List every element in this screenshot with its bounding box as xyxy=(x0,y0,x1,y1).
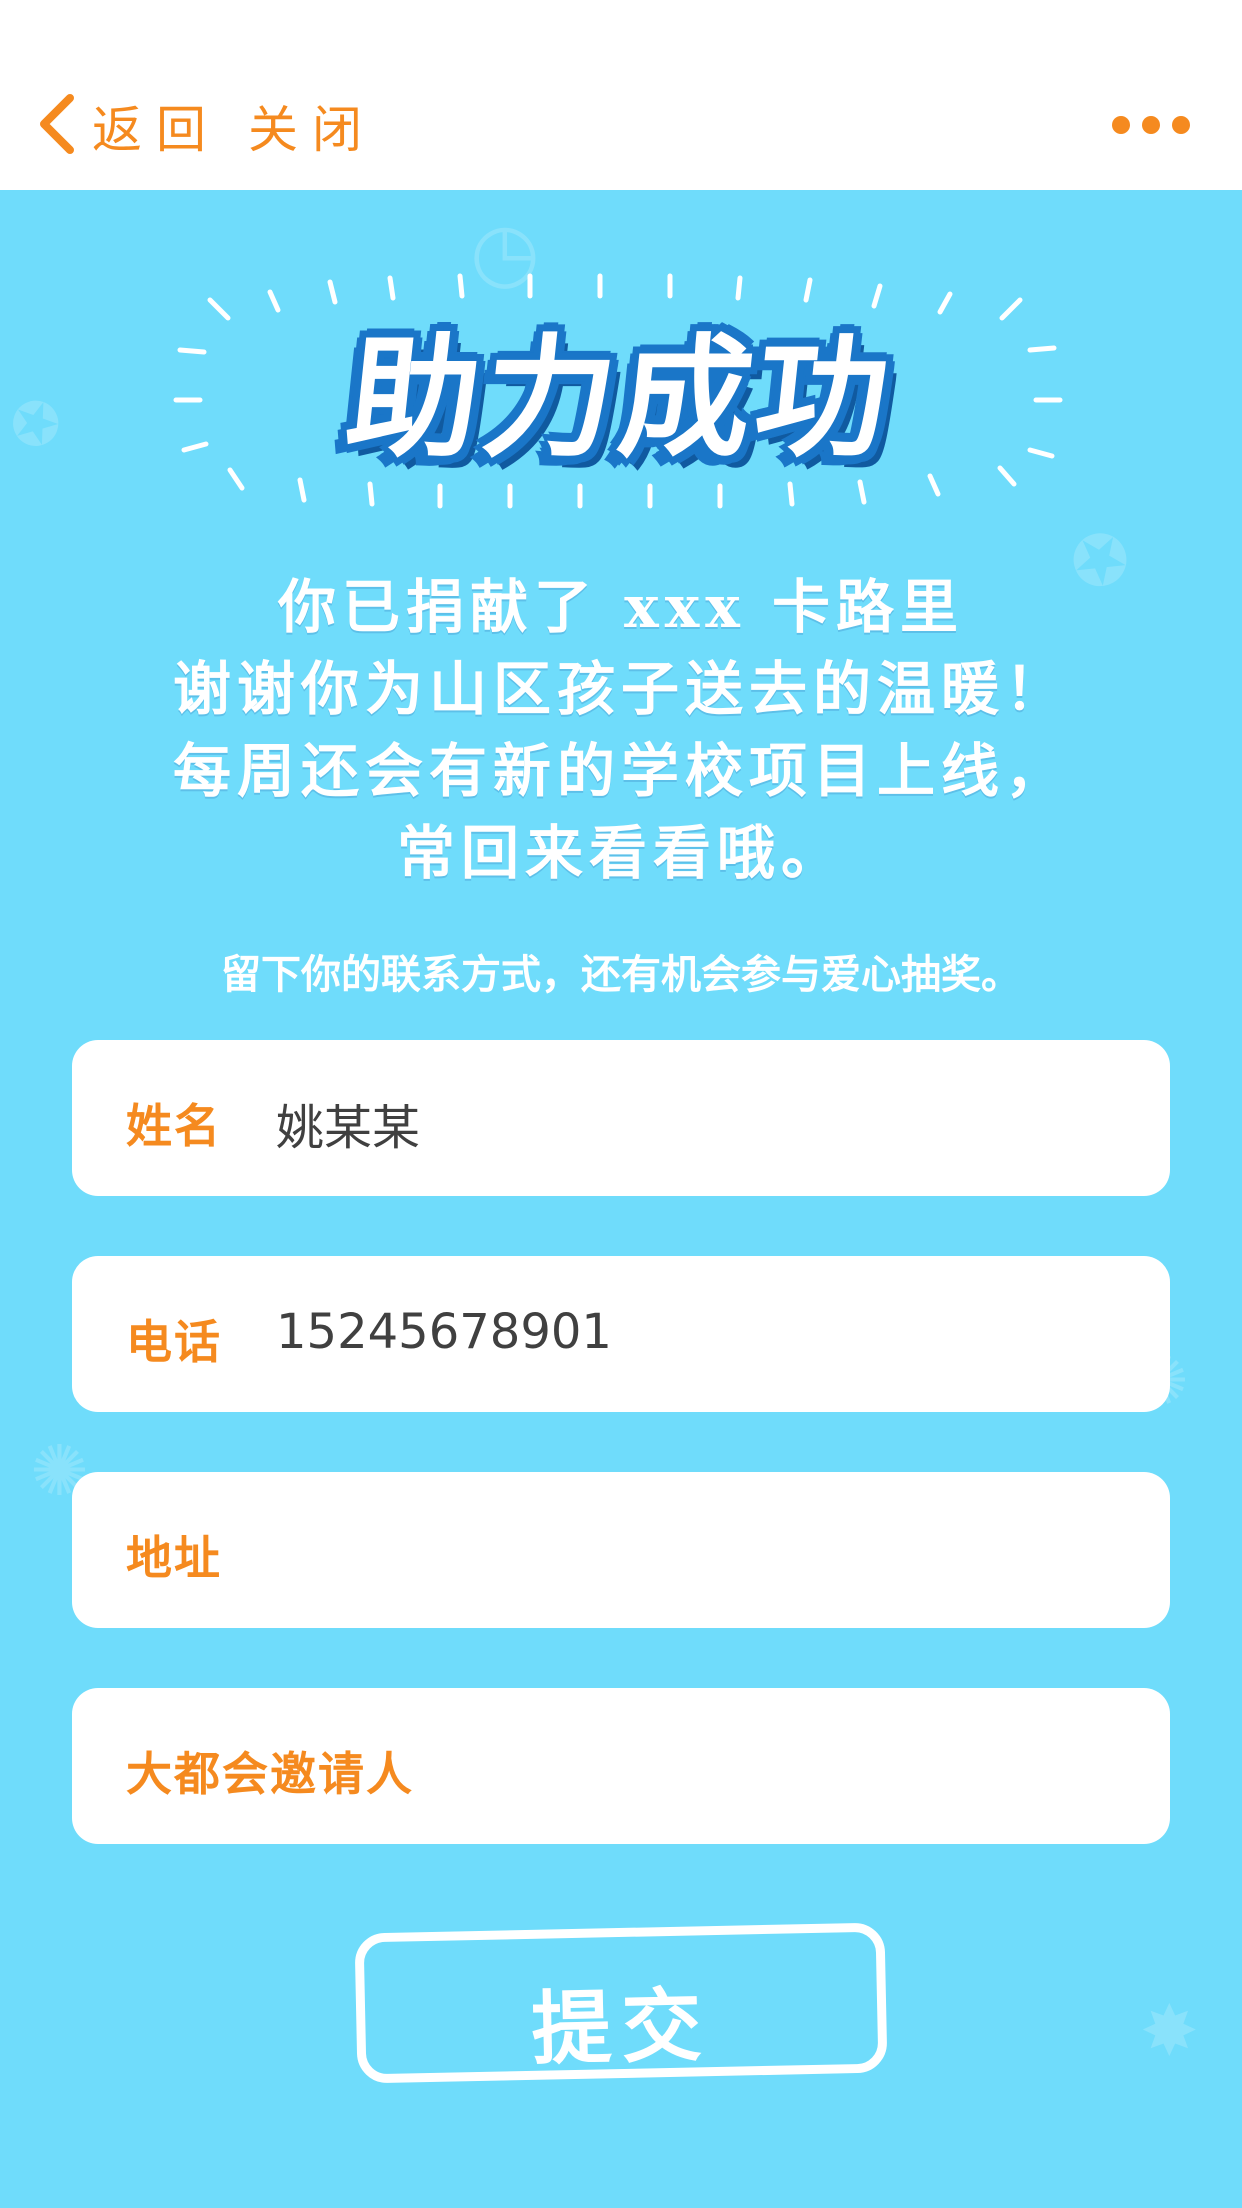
message-line-1: 你已捐献了 xxx 卡路里 xyxy=(277,573,965,641)
more-options-icon[interactable] xyxy=(1112,116,1190,134)
name-label: 姓名 xyxy=(126,1099,222,1153)
back-button[interactable]: 返回 xyxy=(92,90,220,162)
chevron-left-icon[interactable] xyxy=(36,92,78,156)
submit-label: 提交 xyxy=(530,1978,713,2076)
close-button[interactable]: 关闭 xyxy=(248,90,376,162)
main-content: ✪ ✪ ✺ ✺ ◷ ✸ xyxy=(0,190,1242,2208)
message-line-3: 每周还会有新的学校项目上线， xyxy=(172,737,1069,805)
phone-input[interactable]: 15245678901 xyxy=(276,1304,612,1360)
phone-field[interactable]: 电话 15245678901 xyxy=(72,1256,1170,1412)
message-line-2: 谢谢你为山区孩子送去的温暖！ xyxy=(172,655,1069,723)
inviter-field[interactable]: 大都会邀请人 xyxy=(72,1688,1170,1844)
invite-text: 留下你的联系方式，还有机会参与爱心抽奖。 xyxy=(221,951,1021,998)
phone-label: 电话 xyxy=(126,1315,222,1369)
submit-button[interactable]: 提交 xyxy=(354,1922,888,2084)
name-input[interactable]: 姚某某 xyxy=(276,1088,420,1158)
address-label: 地址 xyxy=(126,1531,222,1585)
inviter-label: 大都会邀请人 xyxy=(126,1747,414,1801)
message-line-4: 常回来看看哦。 xyxy=(396,819,845,887)
page-title: 助力成功 xyxy=(339,321,900,476)
navigation-bar: 返回 关闭 xyxy=(0,0,1242,190)
address-field[interactable]: 地址 xyxy=(72,1472,1170,1628)
name-field[interactable]: 姓名 姚某某 xyxy=(72,1040,1170,1196)
doodle-decoration: ✸ xyxy=(1140,1990,1199,2072)
